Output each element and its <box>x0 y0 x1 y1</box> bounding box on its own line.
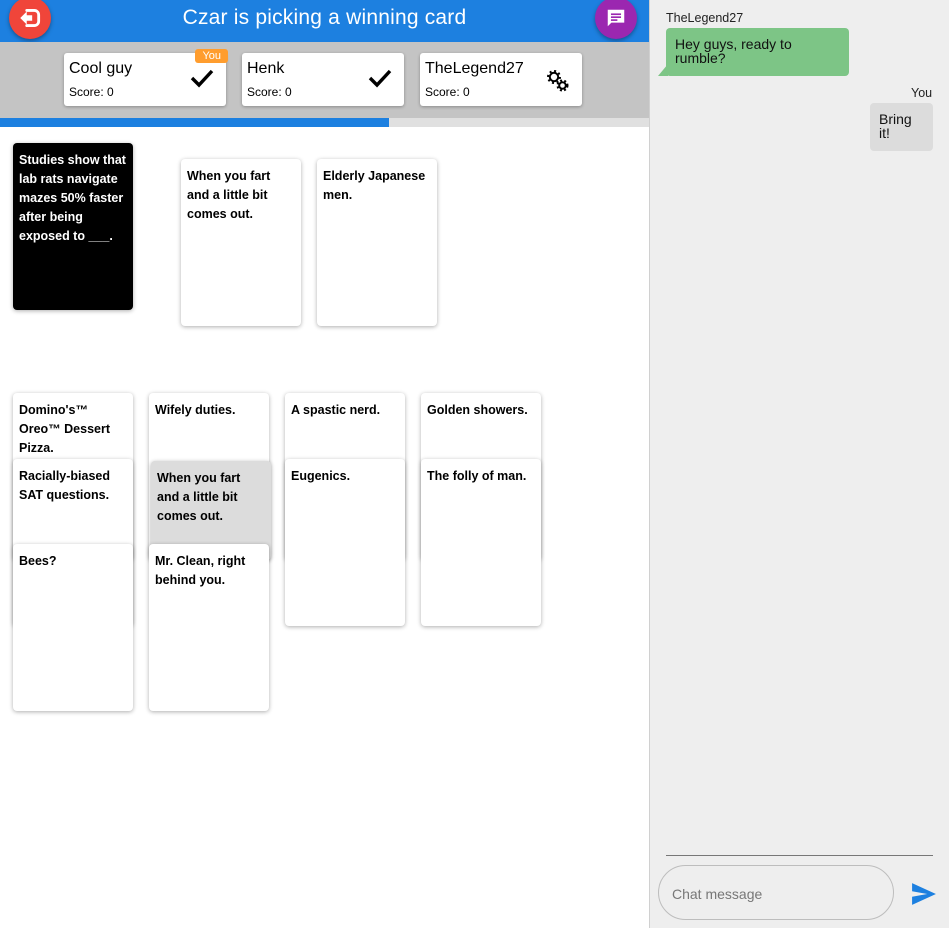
message-text: Bring it! <box>879 111 912 141</box>
player-score: Score: 0 <box>425 85 470 99</box>
hand-card[interactable]: Eugenics. <box>285 459 405 626</box>
players-bar: Cool guy Score: 0 You Henk Score: 0 TheL… <box>0 42 649 118</box>
check-icon <box>190 68 214 93</box>
card-text: A spastic nerd. <box>291 403 381 417</box>
player-score: Score: 0 <box>69 85 114 99</box>
chat-input-container <box>658 865 894 920</box>
player-card: TheLegend27 Score: 0 <box>420 53 582 106</box>
played-card[interactable]: Elderly Japanese men. <box>317 159 437 326</box>
message-author: You <box>911 86 933 100</box>
hand-card[interactable]: Mr. Clean, right behind you. <box>149 544 269 711</box>
game-area: Czar is picking a winning card Cool guy … <box>0 0 649 928</box>
card-text: Mr. Clean, right behind you. <box>155 554 246 587</box>
send-button[interactable] <box>911 882 937 906</box>
chat-divider <box>666 855 933 856</box>
gears-icon <box>546 69 570 98</box>
card-text: Eugenics. <box>291 469 351 483</box>
black-card-text: Studies show that lab rats navigate maze… <box>19 153 126 243</box>
hand-card[interactable]: Bees? <box>13 544 133 711</box>
send-icon <box>912 883 936 905</box>
chat-message: Hey guys, ready to rumble? <box>666 28 849 76</box>
exit-arrow-icon <box>20 9 41 27</box>
card-text: When you fart and a little bit comes out… <box>187 169 271 221</box>
round-progress-fill <box>0 118 390 127</box>
hand-card[interactable]: The folly of man. <box>421 459 541 626</box>
player-card: Cool guy Score: 0 You <box>64 49 228 106</box>
chat-message: Bring it! <box>870 103 933 151</box>
player-card: Henk Score: 0 <box>242 53 404 106</box>
player-name: TheLegend27 <box>425 60 524 77</box>
card-text: Domino's™ Oreo™ Dessert Pizza. <box>19 403 111 455</box>
message-text: Hey guys, ready to rumble? <box>675 36 792 66</box>
page-title: Czar is picking a winning card <box>182 6 467 29</box>
played-card[interactable]: When you fart and a little bit comes out… <box>181 159 301 326</box>
header-bar: Czar is picking a winning card <box>0 0 649 42</box>
you-badge: You <box>195 49 228 63</box>
card-text: Elderly Japanese men. <box>323 169 426 202</box>
card-text: Racially-biased SAT questions. <box>19 469 111 502</box>
round-progress-bar <box>0 118 649 127</box>
chat-message-input[interactable] <box>670 880 884 908</box>
player-score: Score: 0 <box>247 85 292 99</box>
card-text: The folly of man. <box>427 469 527 483</box>
chat-bubble-icon <box>607 9 625 27</box>
black-card: Studies show that lab rats navigate maze… <box>13 143 133 310</box>
card-text: Wifely duties. <box>155 403 236 417</box>
player-name: Henk <box>247 60 285 77</box>
message-author: TheLegend27 <box>666 11 744 25</box>
card-text: Bees? <box>19 554 57 568</box>
check-icon <box>368 68 392 93</box>
card-text: Golden showers. <box>427 403 528 417</box>
player-name: Cool guy <box>69 60 133 77</box>
card-text: When you fart and a little bit comes out… <box>157 471 241 523</box>
